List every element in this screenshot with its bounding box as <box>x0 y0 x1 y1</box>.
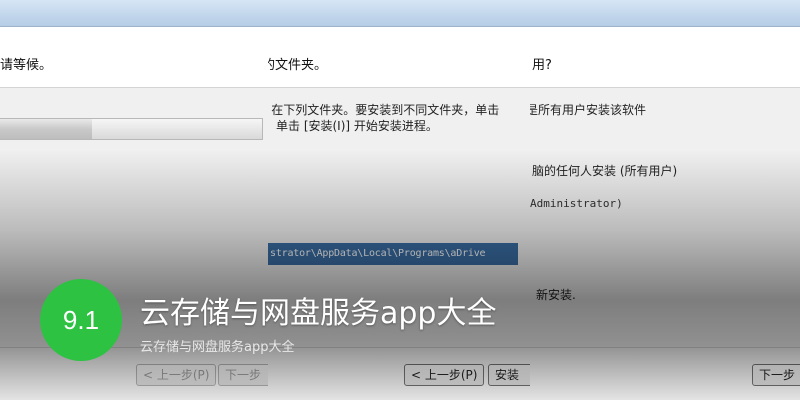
next-button[interactable]: 下一步 <box>752 364 800 386</box>
header-text: 的文件夹。 <box>268 58 328 73</box>
progress-bar-fill <box>0 119 92 139</box>
next-button[interactable]: 下一步 <box>218 364 268 386</box>
screenshot-collage: 请等候。 < 上一步(P) 下一步 的文件夹。 e 在下列文件夹。要安装到不同文… <box>0 0 800 400</box>
header-text: 请等候。 <box>0 58 53 73</box>
description-line-1: 是所有用户安装该软件 <box>530 103 647 117</box>
back-button[interactable]: < 上一步(P) <box>136 364 216 386</box>
window-body <box>530 88 800 400</box>
window-header-area <box>530 27 800 88</box>
back-button[interactable]: < 上一步(P) <box>404 364 484 386</box>
window-title-bar <box>530 0 800 27</box>
footer-divider <box>530 347 800 348</box>
footer-divider <box>268 347 530 348</box>
option-all-users[interactable]: 脑的任何人安装 (所有用户) <box>532 162 677 179</box>
progress-bar <box>0 118 263 140</box>
installer-window-location: 的文件夹。 e 在下列文件夹。要安装到不同文件夹，单击 单击 [安装(I)] 开… <box>268 0 530 400</box>
description-line-1: e 在下列文件夹。要安装到不同文件夹，单击 <box>268 103 500 117</box>
description-line-2: 单击 [安装(I)] 开始安装进程。 <box>276 119 438 133</box>
install-button[interactable]: 安装 <box>488 364 530 386</box>
window-title-bar <box>268 0 530 27</box>
installer-window-users: 用? 是所有用户安装该软件 脑的任何人安装 (所有用户) Administrat… <box>530 0 800 400</box>
score-badge: 9.1 <box>40 279 122 361</box>
caption-title: 云存储与网盘服务app大全 <box>140 296 497 331</box>
footer-note: 新安装. <box>536 288 576 302</box>
option-current-user[interactable]: Administrator) <box>530 197 623 210</box>
window-title-bar <box>0 0 268 27</box>
caption-subtitle: 云存储与网盘服务app大全 <box>140 340 295 355</box>
header-text: 用? <box>532 58 552 73</box>
destination-folder-input[interactable]: strator\AppData\Local\Programs\aDrive <box>268 243 518 265</box>
